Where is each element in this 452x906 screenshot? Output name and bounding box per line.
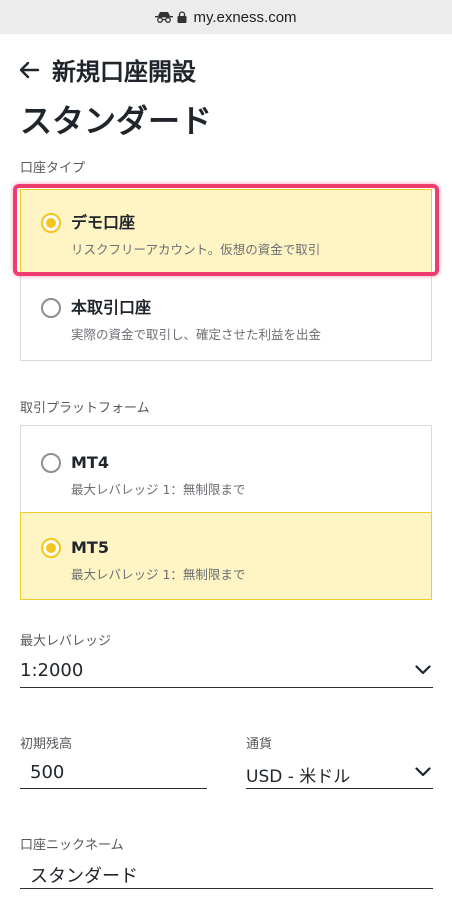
account-type-group: デモ口座 リスクフリーアカウント。仮想の資金で取引 本取引口座 実際の資金で取引…: [20, 189, 432, 361]
platform-group: MT4 最大レバレッジ 1：無制限まで MT5 最大レバレッジ 1：無制限まで: [20, 425, 432, 600]
nickname-label: 口座ニックネーム: [20, 838, 124, 853]
chevron-down-icon: [415, 665, 431, 675]
chevron-down-icon: [415, 767, 431, 777]
platform-option-mt5[interactable]: MT5 最大レバレッジ 1：無制限まで: [20, 512, 432, 600]
radio-mt5[interactable]: [41, 538, 61, 558]
account-type-option-demo[interactable]: デモ口座 リスクフリーアカウント。仮想の資金で取引: [20, 189, 432, 273]
platform-option-mt4[interactable]: MT4 最大レバレッジ 1：無制限まで: [21, 450, 431, 510]
leverage-label: 最大レバレッジ: [20, 634, 112, 649]
initial-balance-input[interactable]: 500: [20, 754, 207, 789]
currency-select[interactable]: USD - 米ドル: [246, 754, 433, 789]
currency-label: 通貨: [246, 737, 273, 752]
option-title: MT5: [71, 538, 109, 557]
option-subtitle: リスクフリーアカウント。仮想の資金で取引: [71, 242, 321, 257]
incognito-icon: [155, 12, 174, 23]
initial-balance-value: 500: [30, 762, 65, 783]
account-type-label: 口座タイプ: [20, 161, 86, 176]
account-type-option-real[interactable]: 本取引口座 実際の資金で取引し、確定させた利益を出金: [21, 295, 431, 361]
option-subtitle: 実際の資金で取引し、確定させた利益を出金: [71, 327, 322, 342]
option-subtitle: 最大レバレッジ 1：無制限まで: [71, 567, 246, 582]
leverage-select[interactable]: 1:2000: [20, 652, 433, 688]
browser-url-bar[interactable]: my.exness.com: [0, 0, 452, 34]
leverage-value: 1:2000: [20, 660, 84, 681]
option-title: デモ口座: [71, 213, 136, 232]
url-text: my.exness.com: [193, 8, 297, 26]
platform-label: 取引プラットフォーム: [20, 401, 150, 416]
page-heading: 新規口座開設: [52, 58, 196, 86]
radio-mt4[interactable]: [41, 453, 61, 473]
nickname-value: スタンダード: [30, 866, 138, 887]
back-arrow-icon[interactable]: [18, 59, 40, 81]
radio-demo[interactable]: [41, 213, 61, 233]
page-title: スタンダード: [20, 102, 213, 140]
nickname-input[interactable]: スタンダード: [20, 855, 433, 889]
initial-balance-label: 初期残高: [20, 737, 73, 752]
radio-real[interactable]: [41, 298, 61, 318]
lock-icon: [177, 11, 187, 23]
option-title: 本取引口座: [71, 298, 152, 317]
header-row: 新規口座開設: [18, 52, 196, 87]
option-subtitle: 最大レバレッジ 1：無制限まで: [71, 482, 246, 497]
option-title: MT4: [71, 453, 109, 472]
currency-value: USD - 米ドル: [246, 767, 351, 787]
